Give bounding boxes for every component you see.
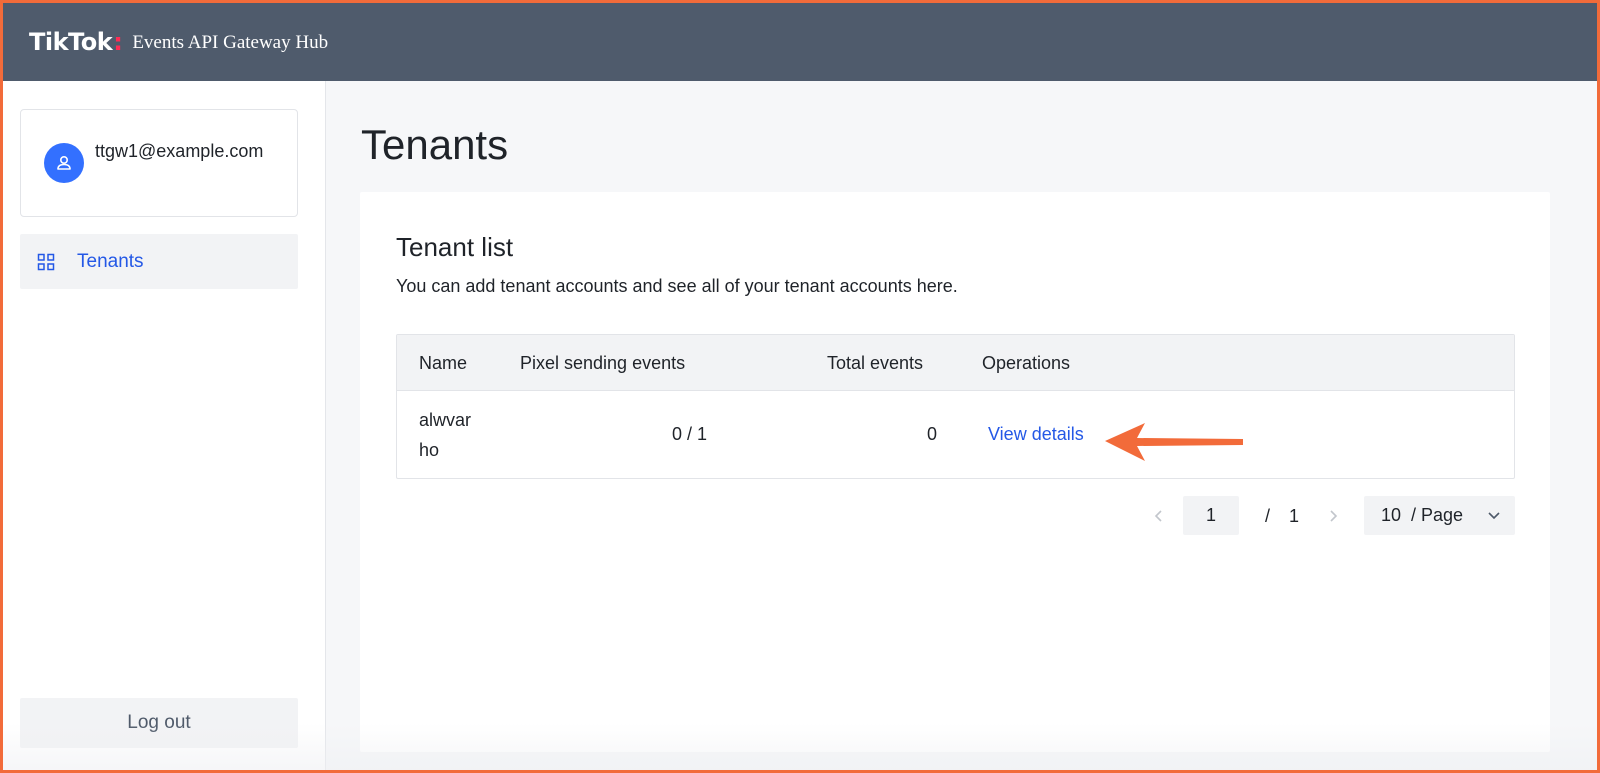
logout-button[interactable]: Log out [20, 698, 298, 748]
tenant-list-card: Tenant list You can add tenant accounts … [360, 192, 1550, 752]
app-title: Events API Gateway Hub [132, 32, 329, 53]
tenant-table: Name Pixel sending events Total events O… [396, 334, 1515, 479]
sidebar: ttgw1@example.com Tenants Log out [3, 81, 326, 770]
cell-total-events: 0 [926, 424, 937, 444]
page-size-value: 10 [1381, 505, 1402, 525]
user-card: ttgw1@example.com [20, 109, 298, 217]
page-separator: / [1265, 506, 1271, 526]
cell-pixel-sending-events: 0 / 1 [671, 424, 707, 444]
annotation-arrow-icon [1105, 423, 1243, 461]
logo-dot: : [113, 28, 123, 56]
top-header: TikTok: Events API Gateway Hub [3, 3, 1597, 81]
user-icon [57, 155, 71, 170]
chevron-down-icon [1488, 512, 1500, 520]
avatar [44, 143, 84, 183]
chevron-right-icon [1330, 510, 1338, 522]
total-pages: 1 [1289, 506, 1300, 526]
sidebar-item-label: Tenants [77, 250, 144, 272]
current-page-input[interactable]: 1 [1183, 496, 1239, 535]
prev-page-button[interactable] [1149, 506, 1169, 526]
column-header-pixel-sending-events: Pixel sending events [520, 353, 686, 373]
table-row: alwvarho 0 / 1 0 View details [397, 391, 1514, 478]
tiktok-logo[interactable]: TikTok: [29, 28, 123, 56]
sidebar-item-tenants[interactable]: Tenants [20, 234, 298, 289]
grid-icon [37, 253, 55, 270]
view-details-link[interactable]: View details [988, 424, 1084, 445]
next-page-button[interactable] [1323, 506, 1343, 526]
column-header-total-events: Total events [827, 353, 924, 373]
table-header: Name Pixel sending events Total events O… [397, 335, 1514, 391]
section-description: You can add tenant accounts and see all … [396, 276, 958, 296]
page-size-suffix: / Page [1411, 505, 1464, 525]
page-size-select[interactable]: 10 / Page [1364, 496, 1515, 535]
section-title: Tenant list [396, 232, 514, 262]
logo-text: TikTok [29, 28, 113, 56]
chevron-left-icon [1154, 510, 1162, 522]
column-header-name: Name [419, 353, 468, 373]
user-email: ttgw1@example.com [95, 141, 264, 161]
cell-name: alwvarho [419, 410, 472, 460]
screenshot-frame: TikTok: Events API Gateway Hub ttgw1@exa… [0, 0, 1600, 773]
page-title: Tenants [361, 121, 509, 168]
column-header-operations: Operations [982, 353, 1071, 373]
